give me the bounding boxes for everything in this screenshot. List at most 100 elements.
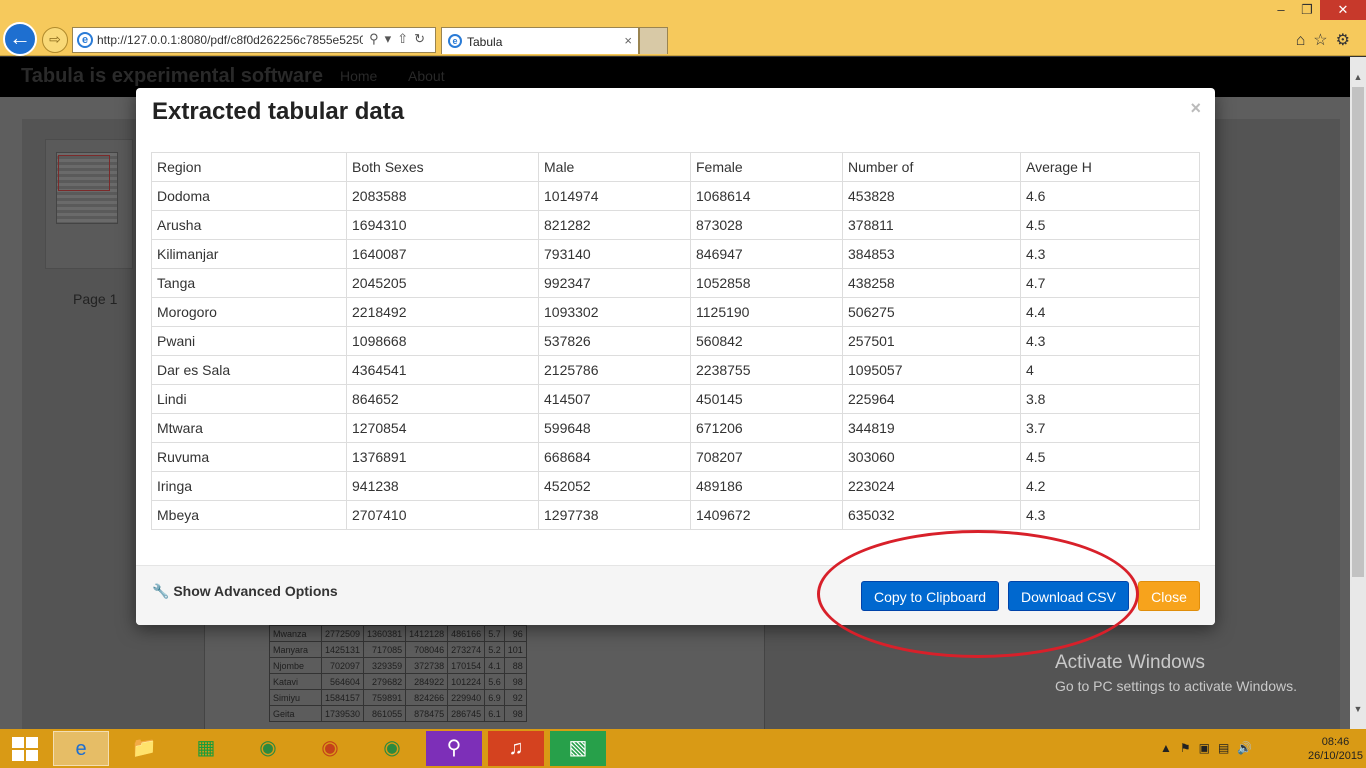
table-cell: 438258 <box>842 268 1021 298</box>
pdf-row: Manyara 1425131 717085 708046 273274 5.2 101 <box>269 641 527 658</box>
pdf-cell: 4.1 <box>484 657 505 674</box>
table-cell: 864652 <box>346 384 539 414</box>
taskbar: e 📁 ▦ ◉ ◉ ◉ ⚲ ♫ ▧ ▲⚑▣▤🔊 08:46 26/10/2015 <box>0 729 1366 768</box>
brand[interactable]: Tabula is experimental software <box>21 65 323 88</box>
table-row: Ruvuma 1376891 668684 708207 303060 4.5 <box>151 442 1200 472</box>
tabula-app-icon[interactable]: ▧ <box>550 731 606 766</box>
table-cell: 506275 <box>842 297 1021 327</box>
table-cell: 1270854 <box>346 413 539 443</box>
forward-arrow-icon[interactable]: ⇨ <box>42 27 68 53</box>
table-cell: 4.6 <box>1020 181 1200 211</box>
table-cell: 1125190 <box>690 297 843 327</box>
address-url[interactable]: http://127.0.0.1:8080/pdf/c8f0d262256c78… <box>97 33 363 47</box>
table-cell: 4.3 <box>1020 239 1200 269</box>
table-row: Dodoma 2083588 1014974 1068614 453828 4.6 <box>151 181 1200 211</box>
table-cell: 4.2 <box>1020 471 1200 501</box>
browser-tab[interactable]: e Tabula × <box>441 27 639 54</box>
pdf-row: Njombe 702097 329359 372738 170154 4.1 88 <box>269 657 527 674</box>
scrollbar-thumb[interactable] <box>1352 87 1364 577</box>
browser-chrome: ← ⇨ e http://127.0.0.1:8080/pdf/c8f0d262… <box>0 0 1366 56</box>
table-cell: 303060 <box>842 442 1021 472</box>
nav-about[interactable]: About <box>408 68 445 84</box>
table-cell: 846947 <box>690 239 843 269</box>
close-button[interactable]: Close <box>1138 581 1200 611</box>
pdf-row: Katavi 564604 279682 284922 101224 5.6 98 <box>269 673 527 690</box>
back-arrow-icon[interactable]: ← <box>3 22 37 56</box>
pdf-cell: 1739530 <box>320 705 365 722</box>
table-cell: 1014974 <box>538 181 691 211</box>
pdf-table: Mwanza 2772509 1360381 1412128 486166 5.7 96 Ma… <box>269 625 527 722</box>
show-advanced-options[interactable]: 🔧 Show Advanced Options <box>152 583 338 600</box>
ie-taskbar-icon[interactable]: e <box>53 731 109 766</box>
watermark-title: Activate Windows <box>1055 652 1205 673</box>
modal-close-icon[interactable]: × <box>1190 98 1201 119</box>
column-header: Average H <box>1020 152 1200 182</box>
table-cell: Dar es Sala <box>151 355 347 385</box>
scrollbar[interactable]: ▲ ▼ <box>1350 57 1366 729</box>
table-cell: 1640087 <box>346 239 539 269</box>
pdf-cell: 170154 <box>447 657 486 674</box>
chrome-icon[interactable]: ◉ <box>240 731 296 766</box>
file-explorer-icon[interactable]: 📁 <box>116 731 172 766</box>
table-cell: Kilimanjar <box>151 239 347 269</box>
extracted-table: Region Both Sexes Male Female Number of Avera… <box>151 152 1200 530</box>
restore-icon[interactable]: ❐ <box>1294 0 1320 20</box>
window-close-icon[interactable]: ✕ <box>1320 0 1366 20</box>
thumbnail-selection <box>58 155 110 191</box>
start-windows-icon[interactable] <box>12 737 38 761</box>
scroll-up-icon[interactable]: ▲ <box>1350 69 1366 85</box>
address-actions-icons[interactable]: ⚲▾⇧↻ <box>369 31 431 47</box>
pdf-cell: 708046 <box>405 641 449 658</box>
address-bar[interactable]: e http://127.0.0.1:8080/pdf/c8f0d262256c… <box>72 27 436 53</box>
pdf-cell: Katavi <box>269 673 322 690</box>
table-cell: 668684 <box>538 442 691 472</box>
pdf-cell: 1584157 <box>320 689 365 706</box>
tab-ie-icon: e <box>448 34 462 48</box>
modal-title: Extracted tabular data <box>152 98 405 125</box>
table-row: Arusha 1694310 821282 873028 378811 4.5 <box>151 210 1200 240</box>
table-cell: 708207 <box>690 442 843 472</box>
pdf-cell: 861055 <box>363 705 407 722</box>
scroll-down-icon[interactable]: ▼ <box>1350 701 1366 717</box>
pdf-cell: 279682 <box>363 673 407 690</box>
table-cell: 793140 <box>538 239 691 269</box>
system-tray-icons[interactable]: ▲⚑▣▤🔊 <box>1160 741 1260 755</box>
pdf-cell: 101 <box>503 641 527 658</box>
pdf-cell: 1412128 <box>405 625 449 642</box>
table-row: Mbeya 2707410 1297738 1409672 635032 4.3 <box>151 500 1200 530</box>
chrome-2-icon[interactable]: ◉ <box>364 731 420 766</box>
new-tab-button[interactable] <box>639 27 668 54</box>
clock[interactable]: 08:46 26/10/2015 <box>1308 735 1363 763</box>
table-row: Pwani 1098668 537826 560842 257501 4.3 <box>151 326 1200 356</box>
music-app-icon[interactable]: ♫ <box>488 731 544 766</box>
table-cell: 671206 <box>690 413 843 443</box>
table-cell: 2045205 <box>346 268 539 298</box>
table-row: Iringa 941238 452052 489186 223024 4.2 <box>151 471 1200 501</box>
nav-home[interactable]: Home <box>340 68 377 84</box>
clock-date: 26/10/2015 <box>1308 750 1364 762</box>
search-app-icon[interactable]: ⚲ <box>426 731 482 766</box>
table-cell: Iringa <box>151 471 347 501</box>
pdf-cell: 286745 <box>447 705 486 722</box>
pdf-cell: 5.6 <box>484 673 505 690</box>
table-cell: 4.7 <box>1020 268 1200 298</box>
column-header: Region <box>151 152 347 182</box>
browser-toolbar-icons[interactable]: ⌂☆⚙ <box>1296 30 1358 50</box>
pdf-cell: 6.9 <box>484 689 505 706</box>
pdf-cell: 824266 <box>405 689 449 706</box>
store-icon[interactable]: ▦ <box>178 731 234 766</box>
pdf-cell: 6.1 <box>484 705 505 722</box>
tab-close-icon[interactable]: × <box>624 33 632 48</box>
table-cell: 344819 <box>842 413 1021 443</box>
firefox-icon[interactable]: ◉ <box>302 731 358 766</box>
table-cell: Pwani <box>151 326 347 356</box>
pdf-cell: 229940 <box>447 689 486 706</box>
pdf-cell: 284922 <box>405 673 449 690</box>
pdf-cell: 88 <box>503 657 527 674</box>
pdf-cell: 759891 <box>363 689 407 706</box>
table-cell: 941238 <box>346 471 539 501</box>
table-cell: 1376891 <box>346 442 539 472</box>
table-cell: 821282 <box>538 210 691 240</box>
table-cell: 225964 <box>842 384 1021 414</box>
minimize-icon[interactable]: – <box>1268 0 1294 20</box>
